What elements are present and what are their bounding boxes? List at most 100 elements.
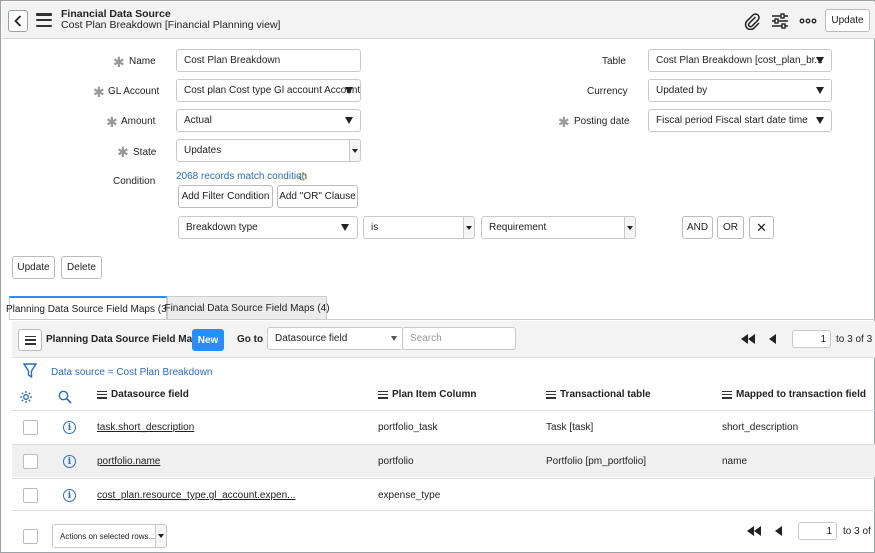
info-icon[interactable]: i bbox=[63, 489, 76, 502]
datasource-field-link[interactable]: task.short_description bbox=[97, 422, 194, 433]
info-icon[interactable]: i bbox=[63, 455, 76, 468]
state-select[interactable]: Updates bbox=[176, 139, 361, 162]
list-menu-button[interactable] bbox=[18, 329, 42, 351]
actions-dropdown-icon[interactable] bbox=[155, 525, 166, 547]
name-input[interactable]: Cost Plan Breakdown bbox=[176, 49, 361, 72]
column-menu-icon[interactable] bbox=[546, 390, 556, 399]
condition-label: Condition bbox=[113, 176, 156, 187]
filter-operator-select[interactable]: is bbox=[363, 216, 475, 239]
mandatory-asterisk-icon: ✱ bbox=[113, 54, 125, 70]
back-icon bbox=[14, 15, 22, 27]
plan-item-column-cell: expense_type bbox=[378, 490, 441, 501]
column-header-transactional-table[interactable]: Transactional table bbox=[546, 389, 651, 400]
back-button[interactable] bbox=[8, 10, 28, 32]
window-frame: Financial Data Source Cost Plan Breakdow… bbox=[0, 0, 875, 553]
column-menu-icon[interactable] bbox=[722, 390, 732, 399]
row-checkbox[interactable] bbox=[23, 488, 38, 503]
tab-planning-field-maps[interactable]: Planning Data Source Field Maps (3) bbox=[6, 296, 170, 320]
currency-dropdown-icon[interactable] bbox=[816, 87, 824, 94]
filter-value-value: Requirement bbox=[489, 222, 547, 233]
more-icon[interactable] bbox=[799, 12, 817, 30]
update-button[interactable]: Update bbox=[12, 256, 55, 279]
plan-item-column-cell: portfolio_task bbox=[378, 422, 438, 433]
filter-value-select[interactable]: Requirement bbox=[481, 216, 636, 239]
header-update-button[interactable]: Update bbox=[825, 9, 870, 32]
table-row: i portfolio.name portfolio Portfolio [pm… bbox=[12, 444, 875, 477]
column-header-datasource-field[interactable]: Datasource field bbox=[97, 389, 189, 400]
column-header-label: Mapped to transaction field bbox=[736, 389, 867, 400]
row-checkbox[interactable] bbox=[23, 454, 38, 469]
gear-icon[interactable] bbox=[19, 390, 33, 404]
amount-dropdown-icon[interactable] bbox=[345, 117, 353, 124]
prev-page-icon[interactable] bbox=[775, 526, 782, 536]
first-page-icon[interactable] bbox=[741, 334, 755, 344]
menu-icon[interactable] bbox=[36, 13, 52, 27]
delete-button[interactable]: Delete bbox=[61, 256, 102, 279]
mapped-field-cell: short_description bbox=[722, 422, 799, 433]
goto-dropdown-icon[interactable] bbox=[391, 336, 397, 341]
table-dropdown-icon[interactable] bbox=[816, 57, 824, 64]
new-button[interactable]: New bbox=[192, 329, 224, 351]
page-input[interactable]: 1 bbox=[792, 330, 831, 348]
breadcrumb[interactable]: Data source = Cost Plan Breakdown bbox=[51, 367, 212, 378]
filter-field-dropdown-icon[interactable] bbox=[341, 224, 349, 231]
filter-funnel-icon[interactable] bbox=[23, 363, 37, 379]
info-icon[interactable]: i bbox=[63, 421, 76, 434]
settings-sliders-icon[interactable] bbox=[771, 12, 789, 30]
goto-label: Go to bbox=[237, 334, 264, 345]
goto-field-value: Datasource field bbox=[275, 333, 348, 344]
gl-account-select[interactable]: Cost plan Cost type Gl account Account N… bbox=[176, 79, 361, 102]
state-label: State bbox=[133, 147, 157, 158]
datasource-field-link[interactable]: portfolio.name bbox=[97, 456, 160, 467]
posting-date-select[interactable]: Fiscal period Fiscal start date time bbox=[648, 109, 832, 132]
column-header-plan-item-column[interactable]: Plan Item Column bbox=[378, 389, 476, 400]
search-input[interactable]: Search bbox=[402, 327, 516, 350]
tab-divider bbox=[9, 319, 875, 320]
state-value: Updates bbox=[184, 145, 222, 156]
column-menu-icon[interactable] bbox=[378, 390, 388, 399]
currency-value: Updated by bbox=[656, 85, 708, 96]
table-row: i cost_plan.resource_type.gl_account.exp… bbox=[12, 478, 875, 511]
state-dropdown-icon[interactable] bbox=[349, 140, 360, 161]
posting-date-dropdown-icon[interactable] bbox=[816, 117, 824, 124]
list-title: Planning Data Source Field Maps bbox=[46, 334, 204, 345]
first-page-icon[interactable] bbox=[747, 526, 761, 536]
filter-operator-dropdown-icon[interactable] bbox=[463, 217, 474, 238]
form-header: Financial Data Source Cost Plan Breakdow… bbox=[2, 2, 875, 39]
filter-field-select[interactable]: Breakdown type bbox=[178, 216, 358, 239]
column-header-label: Plan Item Column bbox=[392, 389, 477, 400]
refresh-condition-icon[interactable] bbox=[298, 172, 307, 181]
filter-field-value: Breakdown type bbox=[186, 222, 258, 233]
filter-operator-value: is bbox=[371, 222, 379, 233]
gl-account-dropdown-icon[interactable] bbox=[345, 87, 353, 94]
table-select[interactable]: Cost Plan Breakdown [cost_plan_br... bbox=[648, 49, 832, 72]
column-menu-icon[interactable] bbox=[97, 390, 107, 399]
prev-page-icon[interactable] bbox=[769, 334, 776, 344]
attachment-icon[interactable] bbox=[743, 12, 761, 30]
table-label: Table bbox=[602, 56, 626, 67]
column-header-mapped-field[interactable]: Mapped to transaction field bbox=[722, 389, 866, 400]
filter-value-dropdown-icon[interactable] bbox=[624, 217, 635, 238]
amount-value: Actual bbox=[184, 115, 212, 126]
amount-label: Amount bbox=[121, 116, 156, 127]
actions-value: Actions on selected rows... bbox=[60, 531, 156, 541]
actions-select[interactable]: Actions on selected rows... bbox=[52, 524, 167, 548]
records-match-link[interactable]: 2068 records match condition bbox=[176, 171, 307, 182]
search-icon[interactable] bbox=[58, 390, 72, 404]
remove-condition-button[interactable]: ✕ bbox=[749, 216, 774, 239]
footer-page-range: to 3 of bbox=[843, 526, 871, 537]
add-filter-condition-button[interactable]: Add Filter Condition bbox=[178, 185, 273, 208]
currency-select[interactable]: Updated by bbox=[648, 79, 832, 102]
amount-select[interactable]: Actual bbox=[176, 109, 361, 132]
or-button[interactable]: OR bbox=[717, 216, 744, 239]
select-all-checkbox[interactable] bbox=[23, 529, 38, 544]
name-label: Name bbox=[129, 56, 156, 67]
footer-page-input[interactable]: 1 bbox=[798, 522, 837, 540]
datasource-field-link[interactable]: cost_plan.resource_type.gl_account.expen… bbox=[97, 490, 295, 501]
row-checkbox[interactable] bbox=[23, 420, 38, 435]
add-or-clause-button[interactable]: Add "OR" Clause bbox=[277, 185, 358, 208]
tab-financial-field-maps[interactable]: Financial Data Source Field Maps (4) bbox=[164, 296, 330, 320]
goto-field-select[interactable]: Datasource field bbox=[267, 327, 404, 350]
and-button[interactable]: AND bbox=[682, 216, 713, 239]
mandatory-asterisk-icon: ✱ bbox=[93, 84, 105, 100]
